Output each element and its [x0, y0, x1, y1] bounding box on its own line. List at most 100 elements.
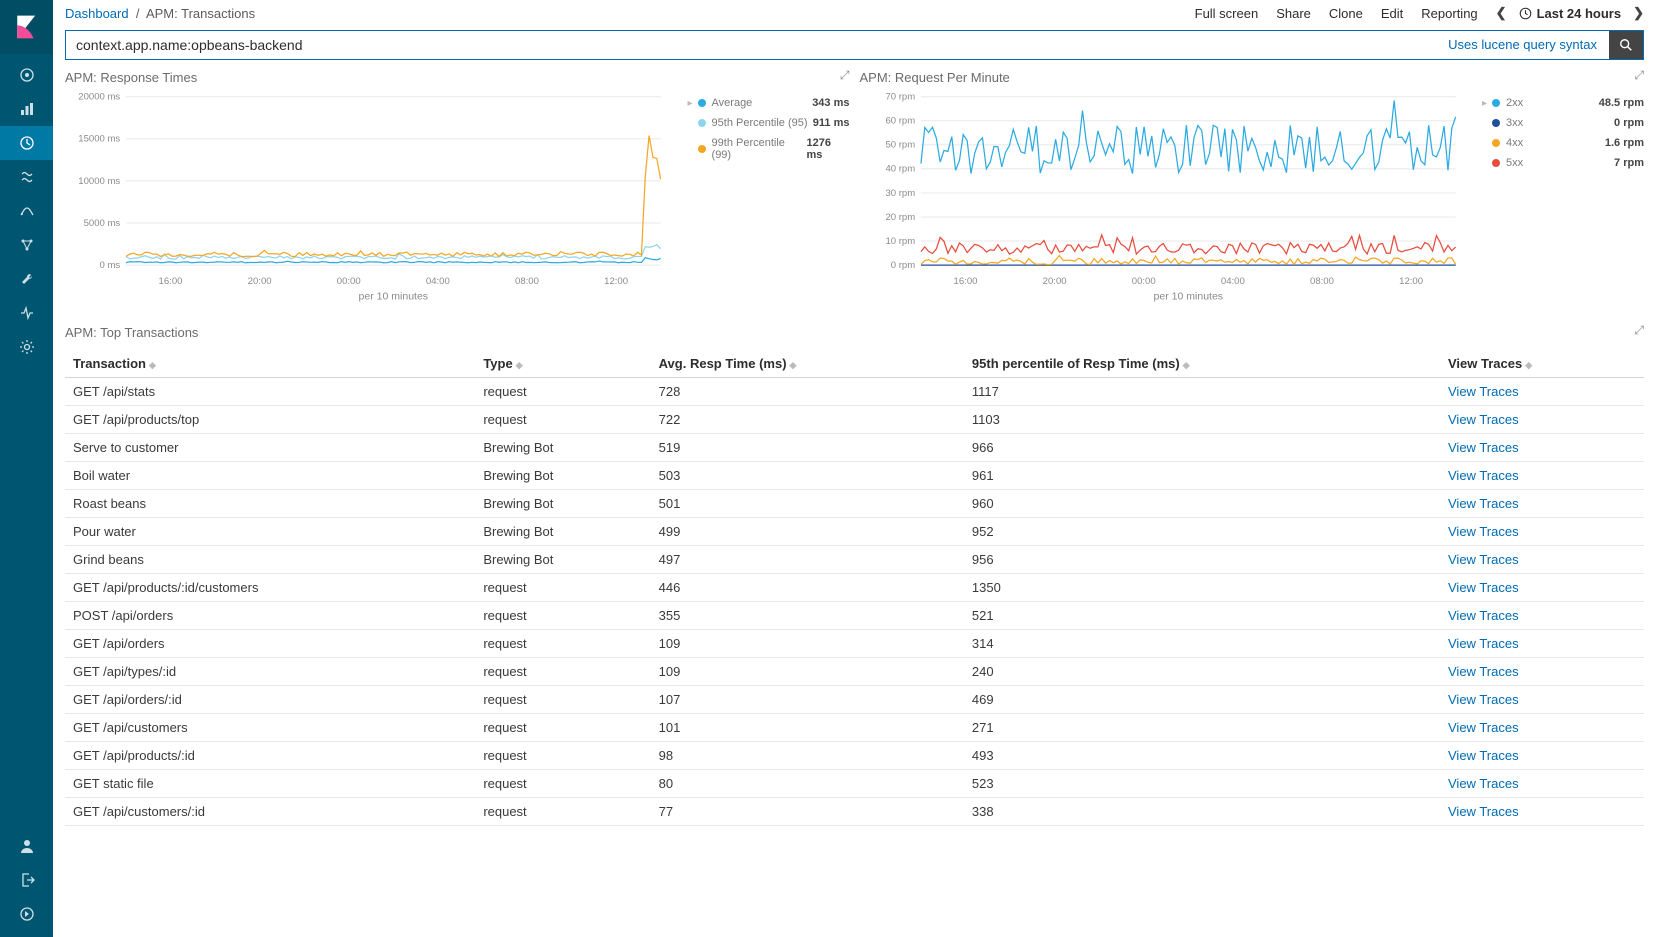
cell-p95: 1117: [964, 378, 1440, 406]
sidebar-item-apm[interactable]: [0, 194, 53, 228]
col-p95[interactable]: 95th percentile of Resp Time (ms)◆: [964, 350, 1440, 378]
svg-text:04:00: 04:00: [1220, 276, 1244, 287]
svg-text:60 rpm: 60 rpm: [885, 116, 915, 127]
query-input[interactable]: [66, 31, 1436, 59]
expand-icon[interactable]: ⤢: [1634, 68, 1644, 83]
view-traces-link[interactable]: View Traces: [1448, 496, 1519, 511]
search-icon: [1619, 38, 1633, 52]
view-traces-link[interactable]: View Traces: [1448, 608, 1519, 623]
view-traces-link[interactable]: View Traces: [1448, 552, 1519, 567]
sidebar-item-visualize[interactable]: [0, 92, 53, 126]
cell-view: View Traces: [1440, 602, 1644, 630]
table-row: GET /api/customersrequest101271View Trac…: [65, 714, 1644, 742]
col-view[interactable]: View Traces◆: [1440, 350, 1644, 378]
cell-view: View Traces: [1440, 490, 1644, 518]
sidebar-item-logout[interactable]: [0, 863, 53, 897]
legend-dot: [1492, 99, 1500, 107]
svg-text:16:00: 16:00: [953, 276, 977, 287]
view-traces-link[interactable]: View Traces: [1448, 776, 1519, 791]
time-prev-button[interactable]: ❮: [1496, 5, 1507, 21]
sidebar-item-management[interactable]: [0, 330, 53, 364]
expand-icon[interactable]: ⤢: [840, 68, 850, 83]
view-traces-link[interactable]: View Traces: [1448, 692, 1519, 707]
cell-view: View Traces: [1440, 574, 1644, 602]
cell-view: View Traces: [1440, 714, 1644, 742]
breadcrumb-root[interactable]: Dashboard: [65, 6, 129, 21]
svg-text:0 ms: 0 ms: [100, 260, 121, 271]
cell-type: request: [475, 742, 650, 770]
sidebar-item-graph[interactable]: [0, 228, 53, 262]
svg-text:20:00: 20:00: [1042, 276, 1066, 287]
legend-dot: [1492, 139, 1500, 147]
svg-text:04:00: 04:00: [426, 276, 450, 287]
time-range-button[interactable]: Last 24 hours: [1519, 6, 1622, 21]
view-traces-link[interactable]: View Traces: [1448, 636, 1519, 651]
sidebar-item-monitoring[interactable]: [0, 296, 53, 330]
cell-avg: 499: [651, 518, 964, 546]
svg-text:20:00: 20:00: [248, 276, 272, 287]
cell-view: View Traces: [1440, 462, 1644, 490]
cell-transaction: GET /api/types/:id: [65, 658, 475, 686]
sidebar-item-account[interactable]: [0, 829, 53, 863]
view-traces-link[interactable]: View Traces: [1448, 748, 1519, 763]
sidebar-item-dashboard[interactable]: [0, 126, 53, 160]
cell-p95: 493: [964, 742, 1440, 770]
cell-type: Brewing Bot: [475, 462, 650, 490]
sidebar-item-collapse[interactable]: [0, 897, 53, 931]
col-avg[interactable]: Avg. Resp Time (ms)◆: [651, 350, 964, 378]
response-times-chart[interactable]: 0 ms5000 ms10000 ms15000 ms20000 ms16:00…: [65, 91, 680, 311]
panel-response-times: APM: Response Times ⤢ 0 ms5000 ms10000 m…: [65, 70, 850, 311]
legend-label: 2xx: [1506, 97, 1523, 109]
view-traces-link[interactable]: View Traces: [1448, 720, 1519, 735]
view-traces-link[interactable]: View Traces: [1448, 468, 1519, 483]
view-traces-link[interactable]: View Traces: [1448, 664, 1519, 679]
svg-text:0 rpm: 0 rpm: [890, 260, 914, 271]
expand-icon[interactable]: ⤢: [1634, 323, 1644, 338]
time-range-label: Last 24 hours: [1537, 6, 1622, 21]
cell-type: request: [475, 770, 650, 798]
view-traces-link[interactable]: View Traces: [1448, 580, 1519, 595]
col-transaction[interactable]: Transaction◆: [65, 350, 475, 378]
legend-dot: [698, 145, 706, 153]
search-button[interactable]: [1609, 31, 1643, 59]
header: Dashboard / APM: Transactions Full scree…: [53, 2, 1656, 24]
legend-label: Average: [712, 97, 753, 109]
cell-p95: 961: [964, 462, 1440, 490]
chevron-right-icon[interactable]: ▸: [1482, 98, 1487, 109]
view-traces-link[interactable]: View Traces: [1448, 524, 1519, 539]
cell-view: View Traces: [1440, 434, 1644, 462]
chevron-right-icon[interactable]: ▸: [688, 98, 693, 109]
clone-button[interactable]: Clone: [1329, 6, 1363, 21]
svg-text:50 rpm: 50 rpm: [885, 140, 915, 151]
cell-transaction: POST /api/orders: [65, 602, 475, 630]
table-row: POST /api/ordersrequest355521View Traces: [65, 602, 1644, 630]
view-traces-link[interactable]: View Traces: [1448, 412, 1519, 427]
requests-per-minute-chart[interactable]: 0 rpm10 rpm20 rpm30 rpm40 rpm50 rpm60 rp…: [860, 91, 1475, 311]
sidebar-item-timelion[interactable]: [0, 160, 53, 194]
view-traces-link[interactable]: View Traces: [1448, 384, 1519, 399]
clock-icon: [1519, 7, 1532, 20]
cell-type: Brewing Bot: [475, 490, 650, 518]
table-row: Pour waterBrewing Bot499952View Traces: [65, 518, 1644, 546]
sidebar-item-discover[interactable]: [0, 58, 53, 92]
kibana-logo[interactable]: [0, 0, 53, 54]
reporting-button[interactable]: Reporting: [1421, 6, 1477, 21]
cell-transaction: GET /api/stats: [65, 378, 475, 406]
col-type[interactable]: Type◆: [475, 350, 650, 378]
legend-label: 99th Percentile (99): [712, 137, 807, 161]
cell-view: View Traces: [1440, 658, 1644, 686]
panel-title: APM: Response Times: [65, 70, 850, 85]
query-syntax-hint[interactable]: Uses lucene query syntax: [1436, 31, 1609, 59]
cell-p95: 521: [964, 602, 1440, 630]
sidebar-item-devtools[interactable]: [0, 262, 53, 296]
cell-avg: 355: [651, 602, 964, 630]
time-next-button[interactable]: ❯: [1633, 5, 1644, 21]
table-row: GET /api/types/:idrequest109240View Trac…: [65, 658, 1644, 686]
view-traces-link[interactable]: View Traces: [1448, 804, 1519, 819]
share-button[interactable]: Share: [1276, 6, 1311, 21]
cell-view: View Traces: [1440, 378, 1644, 406]
cell-view: View Traces: [1440, 798, 1644, 826]
view-traces-link[interactable]: View Traces: [1448, 440, 1519, 455]
edit-button[interactable]: Edit: [1381, 6, 1403, 21]
fullscreen-button[interactable]: Full screen: [1195, 6, 1259, 21]
